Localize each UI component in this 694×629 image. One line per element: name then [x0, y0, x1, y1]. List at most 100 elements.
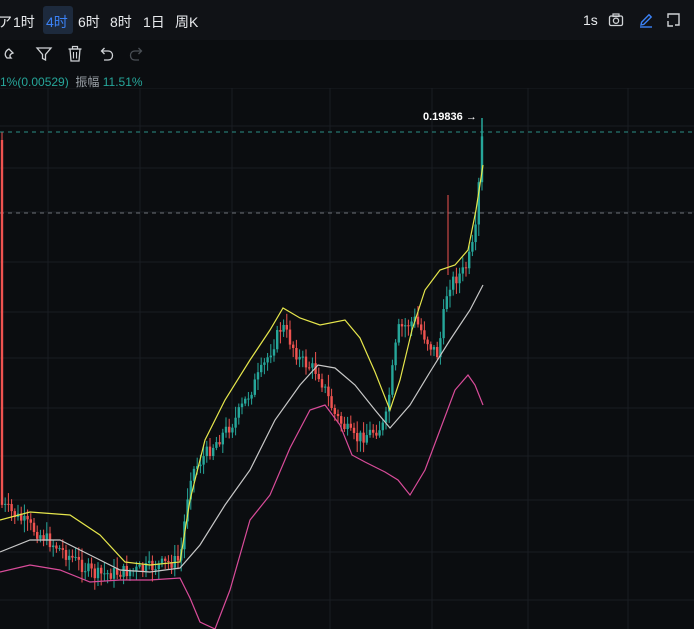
candle-body — [288, 329, 292, 345]
candle-body — [29, 519, 32, 523]
candle-body — [292, 344, 295, 348]
candle-body — [359, 432, 362, 442]
candle-body — [164, 558, 167, 561]
candle-body — [410, 321, 413, 327]
candle-body — [199, 464, 202, 467]
candle-body — [106, 573, 109, 575]
candle-body — [375, 432, 378, 436]
candle-body — [240, 403, 244, 408]
timeframe-4h[interactable]: 4时 — [46, 12, 68, 32]
candle-body — [381, 422, 384, 431]
candle-body — [151, 560, 154, 571]
candle-body — [52, 545, 55, 548]
candle-body — [362, 432, 365, 443]
candle-body — [378, 430, 381, 436]
candle-body — [148, 560, 151, 564]
candle-body — [400, 324, 404, 327]
candle-body — [80, 559, 84, 572]
fullscreen-icon[interactable] — [666, 12, 682, 28]
candle-body — [234, 417, 237, 428]
candle-body — [365, 435, 368, 443]
candle-body — [336, 413, 340, 417]
candle-body — [112, 568, 116, 579]
candle-body — [4, 503, 7, 505]
candle-body — [39, 535, 42, 539]
candle-body — [349, 423, 352, 428]
candle-body — [468, 251, 471, 269]
candle-body — [119, 574, 122, 577]
candle-body — [68, 555, 71, 560]
candle-body — [103, 573, 106, 575]
candle-body — [237, 407, 240, 418]
candle-body — [128, 571, 132, 577]
filter-icon[interactable] — [35, 45, 53, 63]
candle-body — [218, 442, 221, 445]
candle-body — [154, 569, 157, 571]
candle-body — [416, 316, 420, 325]
candle-body — [32, 522, 36, 532]
candle-body — [455, 276, 458, 284]
candle-body — [256, 372, 260, 380]
top-toolbar: ア 1时 4时 6时 8时 1日 周K 1s — [0, 0, 694, 40]
candle-body — [343, 423, 346, 430]
timeframe-1h[interactable]: 1时 — [13, 12, 35, 32]
redo-icon[interactable] — [128, 45, 146, 63]
middle-band-line — [0, 284, 484, 573]
drawing-toolbar — [0, 40, 694, 68]
candle-body — [208, 446, 212, 457]
candle-body — [141, 564, 144, 572]
timeframe-6h[interactable]: 6时 — [78, 12, 100, 32]
candle-body — [346, 423, 349, 430]
timeframe-partial[interactable]: ア — [0, 12, 12, 32]
candle-body — [266, 357, 269, 363]
candle-body — [109, 573, 112, 579]
candle-body — [96, 567, 100, 579]
magnet-icon[interactable] — [3, 46, 19, 62]
candle-body — [231, 427, 234, 433]
timeframe-8h[interactable]: 8时 — [110, 12, 132, 32]
candle-body — [285, 324, 288, 330]
candle-body — [461, 267, 464, 274]
interval-selector[interactable]: 1s — [583, 12, 598, 28]
timeframe-1d[interactable]: 1日 — [143, 12, 165, 32]
candle-body — [304, 356, 308, 368]
candle-body — [311, 363, 314, 368]
candle-body — [445, 296, 448, 310]
candle-body — [100, 567, 103, 574]
candle-body — [71, 555, 74, 558]
amplitude-value: 11.51% — [102, 75, 143, 89]
candlestick-chart[interactable] — [0, 88, 694, 629]
candle-body — [429, 344, 432, 350]
candle-body — [352, 427, 356, 433]
candle-body — [74, 556, 77, 558]
timeframe-1w[interactable]: 周K — [175, 12, 198, 32]
candle-body — [340, 416, 343, 424]
candle-body — [23, 515, 26, 521]
candle-body — [330, 396, 333, 408]
candle-body — [368, 429, 372, 436]
candle-body — [320, 379, 324, 388]
candle-body — [282, 324, 285, 332]
candle-body — [61, 548, 64, 550]
candle-body — [253, 379, 256, 395]
undo-icon[interactable] — [97, 45, 115, 63]
candle-body — [404, 325, 407, 327]
candle-body — [333, 407, 336, 414]
candle-body — [372, 429, 375, 433]
upper-band-line — [0, 164, 484, 566]
trash-icon[interactable] — [66, 45, 84, 63]
camera-icon[interactable] — [608, 12, 624, 28]
candle-body — [298, 356, 301, 360]
candle-body — [464, 267, 468, 269]
candle-body — [202, 456, 205, 465]
candle-body — [397, 324, 400, 343]
candle-body — [471, 242, 474, 252]
candle-body — [356, 432, 359, 442]
price-line-label: 0.19836 → — [423, 111, 477, 123]
candle-body — [269, 355, 272, 358]
candle-body — [426, 339, 429, 345]
candle-body — [228, 426, 231, 433]
candle-body — [436, 346, 439, 358]
pen-icon[interactable] — [638, 12, 654, 28]
candle-body — [167, 560, 170, 563]
